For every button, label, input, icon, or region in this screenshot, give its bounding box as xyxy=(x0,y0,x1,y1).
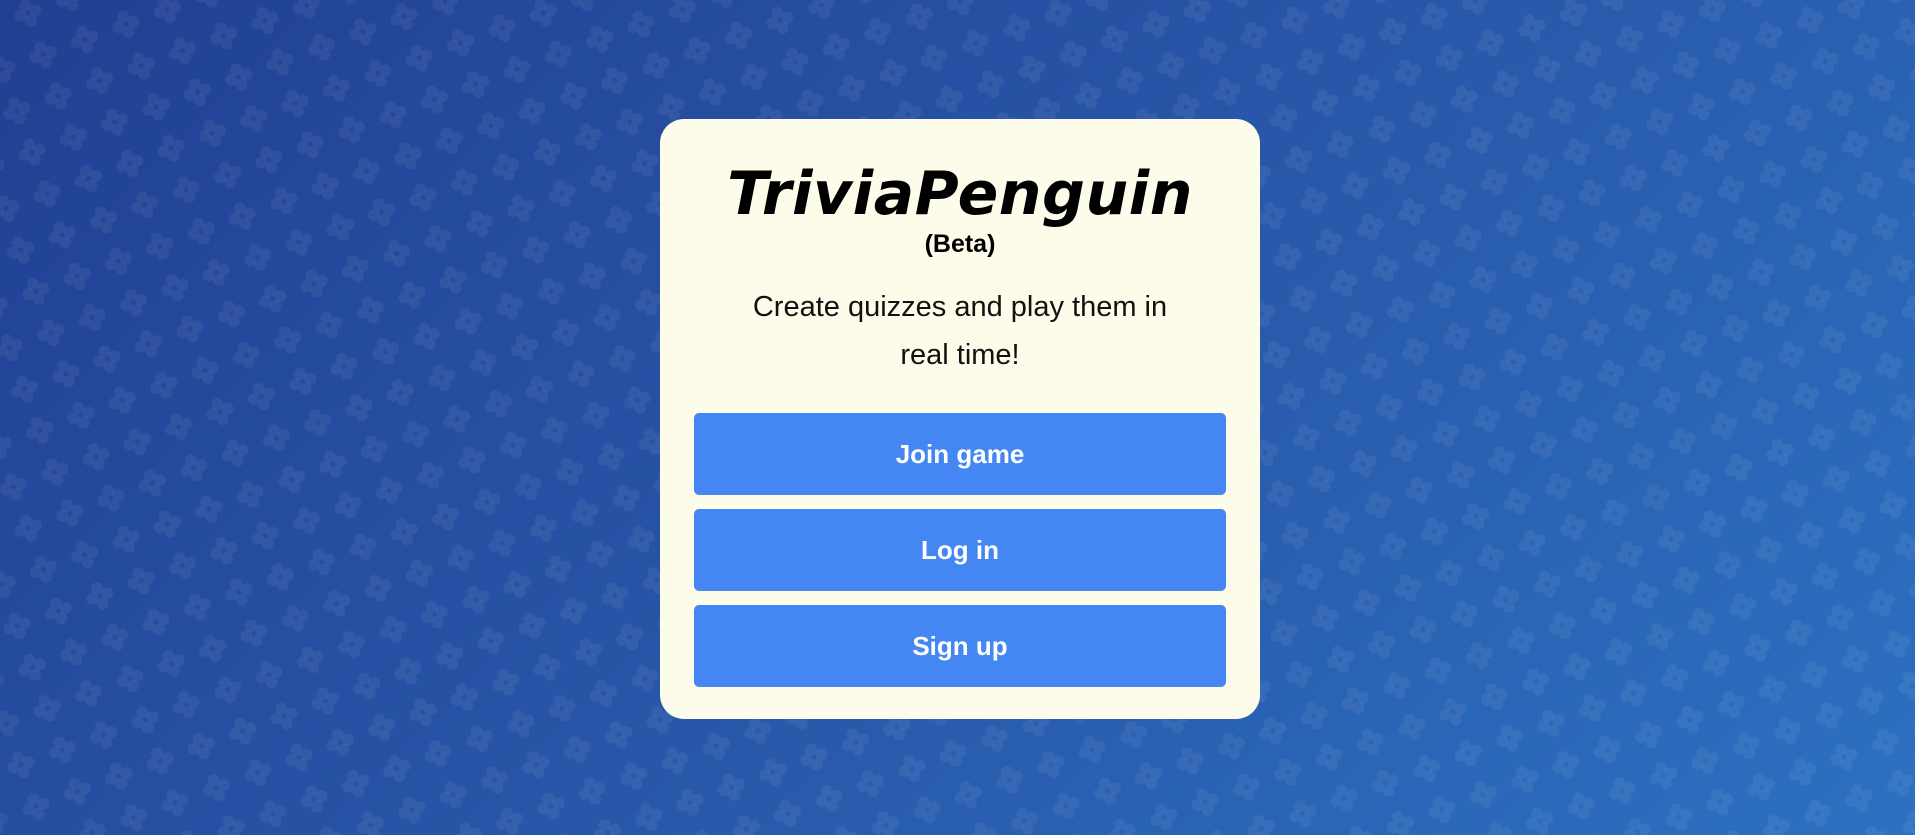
log-in-button[interactable]: Log in xyxy=(694,509,1226,591)
join-game-button[interactable]: Join game xyxy=(694,413,1226,495)
welcome-card: TriviaPenguin (Beta) Create quizzes and … xyxy=(660,119,1260,719)
sign-up-button[interactable]: Sign up xyxy=(694,605,1226,687)
tagline: Create quizzes and play them in real tim… xyxy=(752,291,1168,371)
beta-badge: (Beta) xyxy=(924,230,996,258)
app-title: TriviaPenguin xyxy=(727,159,1193,229)
